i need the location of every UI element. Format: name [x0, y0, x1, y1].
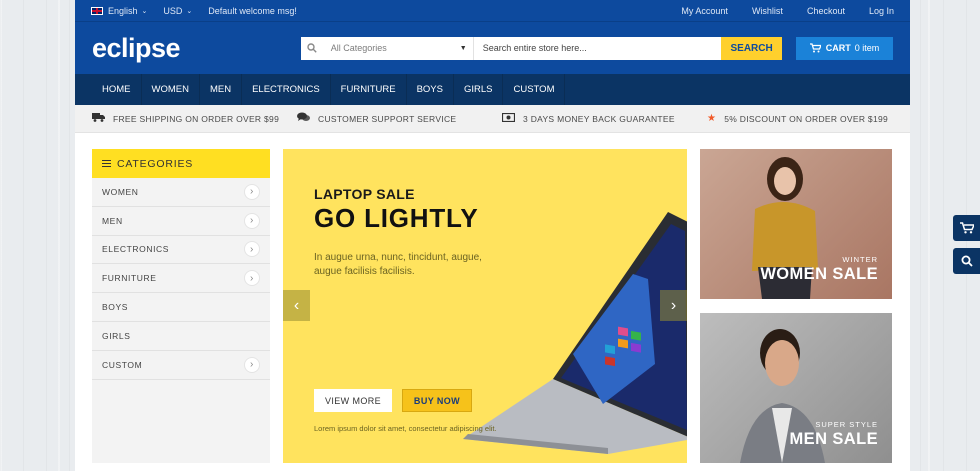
- floating-search-button[interactable]: [953, 248, 980, 274]
- feature-discount: ★ 5% DISCOUNT ON ORDER OVER $199: [707, 113, 888, 124]
- search-icon: [301, 37, 323, 60]
- cart-icon: [809, 43, 821, 53]
- logo[interactable]: eclipse: [92, 33, 301, 64]
- category-sidebar: CATEGORIES WOMEN › MEN › ELECTRONICS › FURN…: [92, 149, 270, 463]
- header: eclipse All Categories ▼ SEARCH CART 0 i…: [75, 21, 910, 74]
- welcome-message: Default welcome msg!: [208, 5, 297, 16]
- nav-men[interactable]: MEN: [200, 74, 243, 105]
- money-icon: [501, 112, 516, 125]
- category-label: GIRLS: [102, 330, 131, 341]
- currency-label: USD: [163, 5, 183, 16]
- top-bar-links: My Account Wishlist Checkout Log In: [657, 6, 894, 16]
- cart-label: CART: [825, 43, 851, 53]
- category-item-girls[interactable]: GIRLS: [92, 322, 270, 351]
- category-label: CUSTOM: [102, 359, 143, 370]
- nav-girls[interactable]: GIRLS: [454, 74, 504, 105]
- language-label: English: [108, 5, 138, 16]
- category-item-furniture[interactable]: FURNITURE ›: [92, 264, 270, 294]
- chevron-right-icon: ›: [244, 212, 260, 229]
- banner-headline: GO LIGHTLY: [314, 203, 479, 233]
- category-label: MEN: [102, 215, 123, 226]
- category-item-men[interactable]: MEN ›: [92, 207, 270, 236]
- search-icon: [961, 255, 973, 267]
- feature-text: 5% DISCOUNT ON ORDER OVER $199: [724, 113, 889, 124]
- chevron-right-icon: ›: [244, 356, 260, 373]
- menu-icon: [102, 158, 111, 169]
- chat-icon: [297, 112, 310, 125]
- top-bar-left: English ⌄ USD ⌄ Default welcome msg!: [91, 6, 313, 16]
- cart-button[interactable]: CART 0 item: [796, 36, 893, 60]
- nav-women[interactable]: WOMEN: [142, 74, 200, 105]
- top-bar: English ⌄ USD ⌄ Default welcome msg! My …: [75, 0, 910, 21]
- category-item-boys[interactable]: BOYS: [92, 293, 270, 322]
- banner-footnote: Lorem ipsum dolor sit amet, consectetur …: [314, 424, 497, 433]
- chevron-down-icon: ⌄: [186, 7, 193, 15]
- chevron-down-icon: ⌄: [141, 7, 148, 15]
- feature-support: CUSTOMER SUPPORT SERVICE: [297, 112, 502, 125]
- category-item-women[interactable]: WOMEN ›: [92, 178, 270, 207]
- hero-banner: LAPTOP SALE GO LIGHTLY In augue urna, nu…: [283, 149, 687, 463]
- men-sale-promo[interactable]: SUPER STYLE MEN SALE: [700, 313, 892, 463]
- nav-home[interactable]: HOME: [92, 74, 142, 105]
- feature-free-shipping: FREE SHIPPING ON ORDER OVER $99: [92, 112, 297, 125]
- my-account-link[interactable]: My Account: [681, 6, 728, 16]
- main-content: CATEGORIES WOMEN › MEN › ELECTRONICS › FURN…: [92, 149, 893, 464]
- banner-description: In augue urna, nunc, tincidunt, augue, a…: [314, 252, 482, 277]
- chevron-right-icon: ›: [244, 183, 260, 200]
- uk-flag-icon: [91, 6, 103, 15]
- women-promo-title: WOMEN SALE: [760, 265, 878, 283]
- banner-kicker: LAPTOP SALE: [314, 186, 415, 202]
- category-label: WOMEN: [102, 186, 139, 197]
- men-promo-title: MEN SALE: [789, 430, 878, 448]
- search-input[interactable]: [473, 36, 722, 60]
- category-item-custom[interactable]: CUSTOM ›: [92, 351, 270, 380]
- floating-cart-button[interactable]: [953, 215, 980, 241]
- nav-boys[interactable]: BOYS: [407, 74, 454, 105]
- categories-title: CATEGORIES: [117, 157, 194, 170]
- search-bar: All Categories ▼ SEARCH: [300, 36, 783, 60]
- categories-header: CATEGORIES: [92, 149, 270, 178]
- cart-count: 0 item: [854, 43, 880, 53]
- dropdown-arrow-icon: ▼: [459, 44, 467, 52]
- feature-text: 3 DAYS MONEY BACK GUARANTEE: [523, 113, 675, 124]
- features-bar: FREE SHIPPING ON ORDER OVER $99 CUSTOMER…: [75, 105, 910, 133]
- chevron-right-icon: ›: [244, 241, 260, 258]
- category-item-electronics[interactable]: ELECTRONICS ›: [92, 236, 270, 265]
- category-label: FURNITURE: [102, 273, 157, 284]
- nav-electronics[interactable]: ELECTRONICS: [242, 74, 331, 105]
- slider-prev-button[interactable]: ‹: [283, 290, 310, 321]
- women-promo-subtitle: WINTER: [842, 255, 878, 264]
- chevron-right-icon: ›: [244, 270, 260, 287]
- buy-now-button[interactable]: BUY NOW: [402, 389, 472, 412]
- category-list: WOMEN › MEN › ELECTRONICS › FURNITURE › BOYS…: [92, 178, 270, 380]
- search-button[interactable]: SEARCH: [721, 36, 783, 60]
- nav-furniture[interactable]: FURNITURE: [331, 74, 407, 105]
- main-nav: HOME WOMEN MEN ELECTRONICS FURNITURE BOY…: [75, 74, 910, 105]
- page: English ⌄ USD ⌄ Default welcome msg! My …: [75, 0, 910, 471]
- feature-text: CUSTOMER SUPPORT SERVICE: [318, 113, 457, 124]
- women-sale-promo[interactable]: WINTER WOMEN SALE: [700, 149, 892, 299]
- view-more-button[interactable]: VIEW MORE: [314, 389, 392, 412]
- login-link[interactable]: Log In: [869, 6, 894, 16]
- category-label: ELECTRONICS: [102, 244, 170, 255]
- category-label: BOYS: [102, 302, 129, 313]
- category-select-value: All Categories: [330, 43, 387, 53]
- laptop-image: [463, 212, 687, 454]
- category-select[interactable]: All Categories ▼: [323, 36, 474, 60]
- truck-icon: [92, 112, 105, 125]
- chevron-right-icon: ›: [670, 296, 677, 314]
- feature-money-back: 3 DAYS MONEY BACK GUARANTEE: [501, 112, 707, 125]
- chevron-left-icon: ‹: [293, 296, 300, 314]
- nav-custom[interactable]: CUSTOM: [503, 74, 566, 105]
- wishlist-link[interactable]: Wishlist: [752, 6, 783, 16]
- star-icon: ★: [707, 113, 717, 124]
- men-promo-subtitle: SUPER STYLE: [815, 420, 878, 429]
- checkout-link[interactable]: Checkout: [807, 6, 845, 16]
- currency-selector[interactable]: USD ⌄: [163, 6, 192, 16]
- slider-next-button[interactable]: ›: [660, 290, 687, 321]
- feature-text: FREE SHIPPING ON ORDER OVER $99: [113, 113, 280, 124]
- language-selector[interactable]: English ⌄: [91, 6, 147, 16]
- cart-icon: [959, 222, 974, 234]
